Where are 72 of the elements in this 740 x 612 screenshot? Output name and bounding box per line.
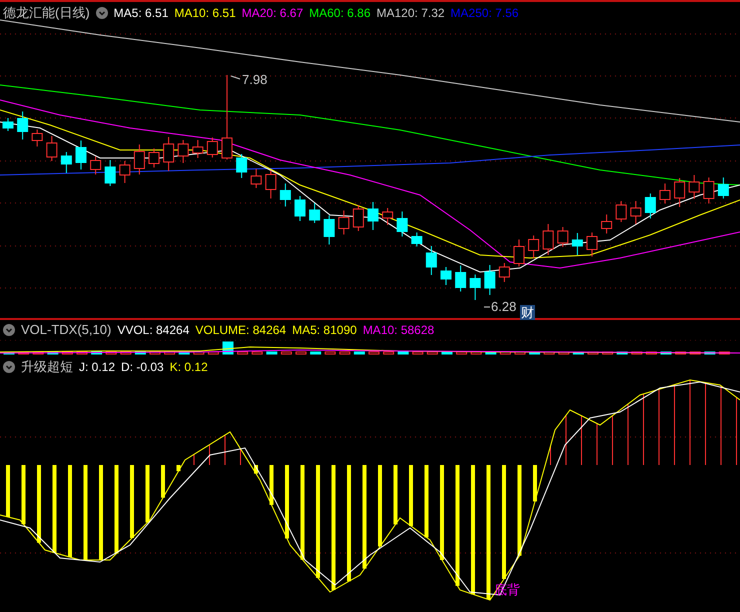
legend-value: K: 0.12 [170, 360, 208, 374]
legend-value: MA250: 7.56 [450, 6, 519, 20]
legend-value: VVOL: 84264 [117, 322, 190, 337]
candlestick [2, 118, 14, 132]
legend-value: MA10: 6.51 [174, 6, 236, 20]
candlestick [484, 264, 496, 296]
candlestick [17, 111, 28, 140]
candlestick [76, 140, 86, 170]
candlestick [644, 193, 656, 219]
candlestick [352, 204, 364, 232]
candlestick [178, 140, 189, 164]
candlestick [660, 183, 670, 204]
candlestick [134, 144, 145, 175]
candlestick [630, 200, 642, 224]
candlestick [192, 140, 204, 158]
candlestick [586, 232, 598, 257]
low-price-label: 6.28 [491, 299, 516, 314]
dropdown-icon[interactable] [96, 7, 108, 19]
candlestick [265, 170, 276, 199]
candlestick [440, 266, 452, 286]
high-price-label: 7.98 [242, 72, 268, 87]
candlestick [60, 152, 72, 174]
candlestick [119, 160, 130, 184]
candlestick [324, 215, 335, 245]
candlestick [338, 210, 350, 235]
legend-value: MA120: 7.32 [376, 6, 445, 20]
candlestick [688, 174, 700, 200]
finance-badge[interactable]: 财 [521, 306, 534, 320]
candlestick [426, 246, 437, 276]
candlestick [32, 129, 43, 147]
indicator-title: 升级超短 [21, 358, 73, 376]
legend-value: VOLUME: 84264 [195, 322, 286, 337]
candlestick [455, 265, 466, 292]
candlestick [542, 224, 554, 256]
candlestick [163, 136, 174, 172]
candlestick [206, 137, 218, 158]
candlestick [514, 239, 524, 267]
candlestick [703, 177, 714, 204]
candlestick [470, 274, 481, 300]
candlestick [90, 156, 102, 175]
candlestick [148, 148, 160, 168]
candlestick [411, 232, 422, 247]
candlestick [528, 235, 540, 259]
dropdown-icon[interactable] [3, 324, 15, 336]
dropdown-icon[interactable] [3, 361, 15, 373]
legend-value: MA10: 58628 [362, 322, 434, 337]
candlestick [718, 177, 729, 199]
candlestick [616, 200, 627, 222]
candlestick [309, 202, 320, 224]
finance-badge-background [520, 305, 535, 320]
legend-value: MA20: 6.67 [242, 6, 304, 20]
candlestick [674, 178, 686, 208]
candlestick [498, 262, 510, 282]
candlestick [601, 214, 612, 234]
candlestick [368, 202, 378, 230]
indicator-title: VOL-TDX(5,10) [21, 322, 112, 338]
legend-value: MA5: 81090 [292, 322, 357, 337]
chart-title: 德龙汇能(日线) [3, 4, 90, 22]
candlestick [236, 154, 248, 178]
legend-value: MA60: 6.86 [309, 6, 370, 20]
legend-value: MA5: 6.51 [114, 6, 168, 20]
legend-value: D: -0.03 [121, 360, 164, 374]
candlestick [250, 168, 262, 188]
candlestick [382, 208, 394, 226]
candlestick [294, 196, 306, 222]
candlestick [396, 211, 408, 237]
candlestick [104, 160, 116, 186]
legend-value: J: 0.12 [79, 360, 116, 374]
candlestick [280, 183, 291, 207]
candlestick [46, 136, 58, 162]
candlestick [572, 232, 583, 256]
candlestick [557, 226, 568, 248]
